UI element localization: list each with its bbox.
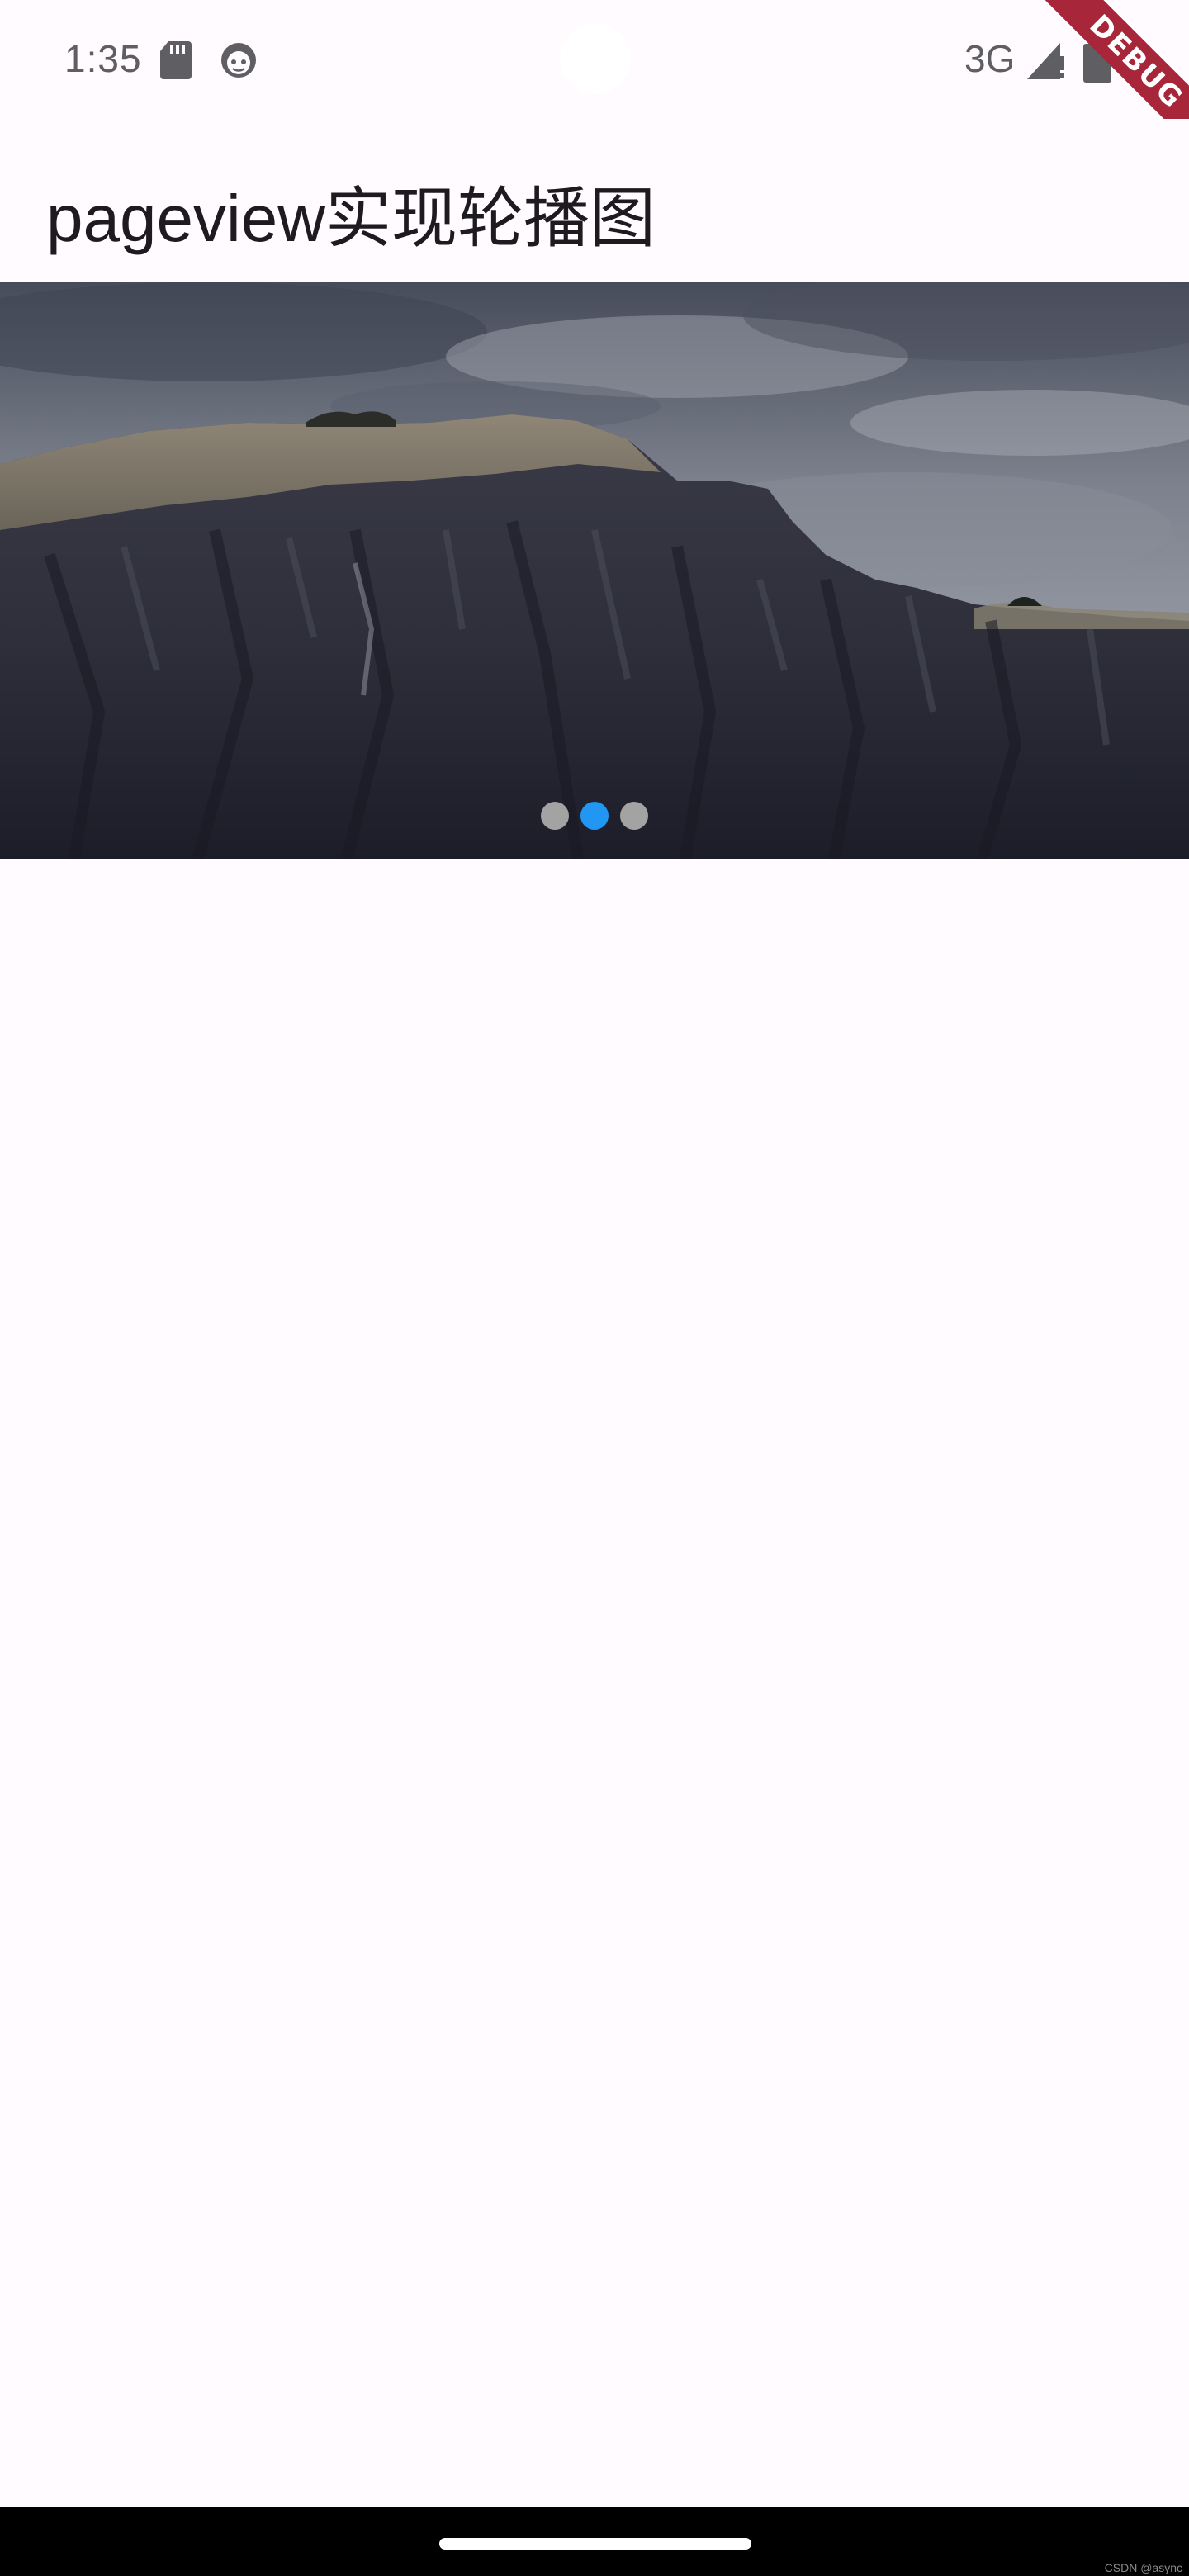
network-type-label: 3G [964,37,1016,80]
home-indicator[interactable] [439,2538,751,2550]
system-navigation-bar: CSDN @async [0,2507,1189,2576]
sd-card-icon [160,41,192,79]
page-indicator-dot-2[interactable] [580,802,609,830]
watermark: CSDN @async [1104,2561,1182,2574]
status-bar: 1:35 3G [0,0,1189,119]
page-indicator-dot-1[interactable] [541,802,569,830]
app-bar: pageview实现轮播图 [0,119,1189,282]
carousel-pageview[interactable] [0,282,1189,859]
carousel-slide-image [0,282,1189,859]
signal-icon [1027,43,1064,79]
page-indicators [0,799,1189,832]
page-indicator-dot-3[interactable] [620,802,648,830]
page-title: pageview实现轮播图 [46,182,656,255]
camera-cutout [560,23,631,94]
status-time: 1:35 [64,37,142,80]
content-area [0,859,1189,2510]
android-face-icon [221,43,256,78]
battery-icon [1083,40,1111,83]
